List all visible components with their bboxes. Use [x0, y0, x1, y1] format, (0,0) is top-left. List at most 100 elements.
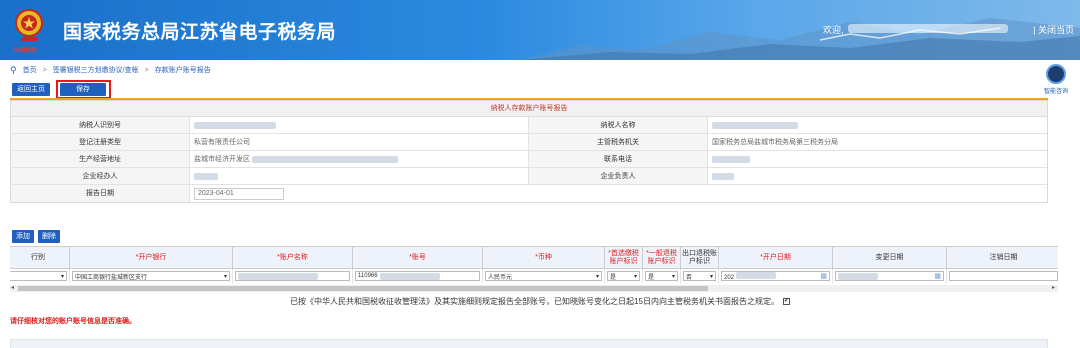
- back-home-button[interactable]: 返回主页: [12, 83, 50, 96]
- header-bank: *开户银行: [70, 247, 233, 268]
- info-label: 登记注册类型: [11, 134, 190, 150]
- agent-value: [190, 168, 529, 184]
- info-label: 报告日期: [11, 185, 190, 202]
- export-tax-flag-select[interactable]: 否 ▾: [683, 271, 716, 281]
- cell-change-date: ▦: [833, 269, 947, 283]
- scroll-left-arrow-icon[interactable]: ◂: [11, 284, 14, 291]
- breadcrumb: ⚲ 首页 > 签署银税三方划缴协议/查帐 > 存款账户账号报告: [10, 64, 211, 76]
- info-label: 主管税务机关: [529, 134, 708, 150]
- report-panel: 纳税人存款账户账号报告 纳税人识别号 纳税人名称 登记注册类型 私营有限责任公司…: [10, 100, 1048, 203]
- header-currency: *币种: [483, 247, 605, 268]
- info-row: 登记注册类型 私营有限责任公司 主管税务机关 国家税务总局盐城市税务局第三税务分…: [11, 134, 1047, 151]
- info-row: 报告日期 2023-04-01: [11, 185, 1047, 202]
- cell-currency: 人民币元 ▾: [483, 269, 605, 283]
- header-type: 行别: [10, 247, 70, 268]
- declaration-text: 已按《中华人民共和国税收征收管理法》及其实施细则规定报告全部账号，已知晓账号变化…: [290, 297, 779, 306]
- info-row: 生产经营地址 盐城市经济开发区 联系电话: [11, 151, 1047, 168]
- report-title: 纳税人存款账户账号报告: [11, 101, 1047, 117]
- taxpayer-name-value: [708, 117, 1047, 133]
- dropdown-arrow-icon: ▾: [60, 273, 64, 280]
- preferred-tax-flag-select[interactable]: 是 ▾: [607, 271, 640, 281]
- declaration: 已按《中华人民共和国税收征收管理法》及其实施细则规定报告全部账号，已知晓账号变化…: [0, 296, 1080, 307]
- taxpayer-id-value: [190, 117, 529, 133]
- dropdown-arrow-icon: ▾: [633, 273, 637, 280]
- tax-authority-value: 国家税务总局盐城市税务局第三税务分局: [712, 138, 838, 146]
- dropdown-arrow-icon: ▾: [709, 273, 713, 280]
- site-header: 中国税务 国家税务总局江苏省电子税务局 欢迎, | 关闭当页: [0, 0, 1080, 60]
- user-info-redacted: [848, 24, 1008, 33]
- header-cancel-date: 注销日期: [947, 247, 1058, 268]
- calendar-icon: ▦: [934, 273, 941, 280]
- cancel-date-input[interactable]: [949, 271, 1058, 281]
- registration-type-value: 私营有限责任公司: [190, 134, 529, 150]
- cell-general-tax-flag: 是 ▾: [643, 269, 681, 283]
- info-label: 联系电话: [529, 151, 708, 167]
- cell-export-tax-flag: 否 ▾: [681, 269, 719, 283]
- info-label: 生产经营地址: [11, 151, 190, 167]
- phone-value: [708, 151, 1047, 167]
- cell-bank: 中国工商银行盐城新区支行 ▾: [70, 269, 233, 283]
- close-page-link[interactable]: | 关闭当页: [1033, 23, 1074, 36]
- general-tax-flag-select[interactable]: 是 ▾: [645, 271, 678, 281]
- info-label: 企业经办人: [11, 168, 190, 184]
- cell-type: ▾: [10, 269, 70, 283]
- breadcrumb-home[interactable]: 首页: [23, 65, 37, 75]
- breadcrumb-separator: >: [144, 66, 149, 74]
- account-no-input[interactable]: 110966: [355, 271, 480, 281]
- breadcrumb-agreement[interactable]: 签署银税三方划缴协议/查帐: [53, 65, 139, 75]
- dropdown-arrow-icon: ▾: [223, 273, 227, 280]
- principal-value: [708, 168, 1047, 184]
- site-title: 国家税务总局江苏省电子税务局: [63, 22, 337, 43]
- account-name-input[interactable]: [235, 271, 350, 281]
- info-row: 纳税人识别号 纳税人名称: [11, 117, 1047, 134]
- business-address-text: 盐城市经济开发区: [194, 155, 250, 163]
- assistant-label: 智能咨询: [1043, 89, 1068, 95]
- cell-account-no: 110966: [353, 269, 483, 283]
- report-date-input[interactable]: 2023-04-01: [194, 187, 284, 200]
- warning-text: 请仔细核对您的账户账号信息是否准确。: [10, 318, 136, 325]
- header-open-date: *开户日期: [719, 247, 833, 268]
- cell-cancel-date: [947, 269, 1058, 283]
- cell-account-name: [233, 269, 353, 283]
- smart-consult-widget[interactable]: 智能咨询: [1038, 64, 1074, 98]
- type-select[interactable]: ▾: [10, 271, 67, 281]
- bank-select[interactable]: 中国工商银行盐城新区支行 ▾: [72, 271, 230, 281]
- tax-emblem-icon: [15, 9, 43, 41]
- info-label: 企业负责人: [529, 168, 708, 184]
- great-wall-banner-image: [520, 18, 1080, 60]
- header-general-tax-flag: *一般退税账户标识: [643, 247, 681, 268]
- calendar-icon: ▦: [820, 273, 827, 280]
- emblem-caption: 中国税务: [13, 48, 38, 54]
- welcome-text: 欢迎,: [823, 25, 844, 35]
- table-horizontal-scrollbar[interactable]: ◂ ▸: [10, 285, 1058, 292]
- header-account-name: *账户名称: [233, 247, 353, 268]
- scrollbar-thumb[interactable]: [18, 286, 708, 291]
- add-row-button[interactable]: 添加: [12, 230, 34, 243]
- breadcrumb-separator: >: [42, 66, 47, 74]
- save-button[interactable]: 保存: [60, 83, 106, 96]
- cell-open-date: 202 ▦: [719, 269, 833, 283]
- header-export-tax-flag: 出口退税账户标识: [681, 247, 719, 268]
- delete-row-button[interactable]: 删除: [38, 230, 60, 243]
- dropdown-arrow-icon: ▾: [671, 273, 675, 280]
- breadcrumb-current: 存款账户账号报告: [154, 67, 211, 74]
- table-row: ▾ 中国工商银行盐城新区支行 ▾ 110966 人民币元 ▾ 是 ▾ 是 ▾ 否 ▾ 20…: [10, 269, 1058, 283]
- assistant-avatar-icon: [1046, 64, 1066, 84]
- cell-preferred-tax-flag: 是 ▾: [605, 269, 643, 283]
- open-date-input[interactable]: 202 ▦: [721, 271, 830, 281]
- table-header: 行别 *开户银行 *账户名称 *账号 *币种 *首选缴税账户标识 *一般退税账户…: [10, 247, 1058, 269]
- info-row: 企业经办人 企业负责人: [11, 168, 1047, 185]
- header-change-date: 变更日期: [833, 247, 947, 268]
- info-label: 纳税人名称: [529, 117, 708, 133]
- scroll-right-arrow-icon[interactable]: ▸: [1052, 284, 1055, 291]
- currency-select[interactable]: 人民币元 ▾: [485, 271, 602, 281]
- business-address-value: 盐城市经济开发区: [190, 151, 529, 167]
- bottom-panel-header: [10, 339, 1048, 348]
- header-account-no: *账号: [353, 247, 483, 268]
- header-preferred-tax-flag: *首选缴税账户标识: [605, 247, 643, 268]
- account-table: 行别 *开户银行 *账户名称 *账号 *币种 *首选缴税账户标识 *一般退税账户…: [10, 246, 1058, 286]
- dropdown-arrow-icon: ▾: [595, 273, 599, 280]
- change-date-input[interactable]: ▦: [835, 271, 944, 281]
- info-label: 纳税人识别号: [11, 117, 190, 133]
- declaration-checkbox[interactable]: ✔: [782, 298, 790, 306]
